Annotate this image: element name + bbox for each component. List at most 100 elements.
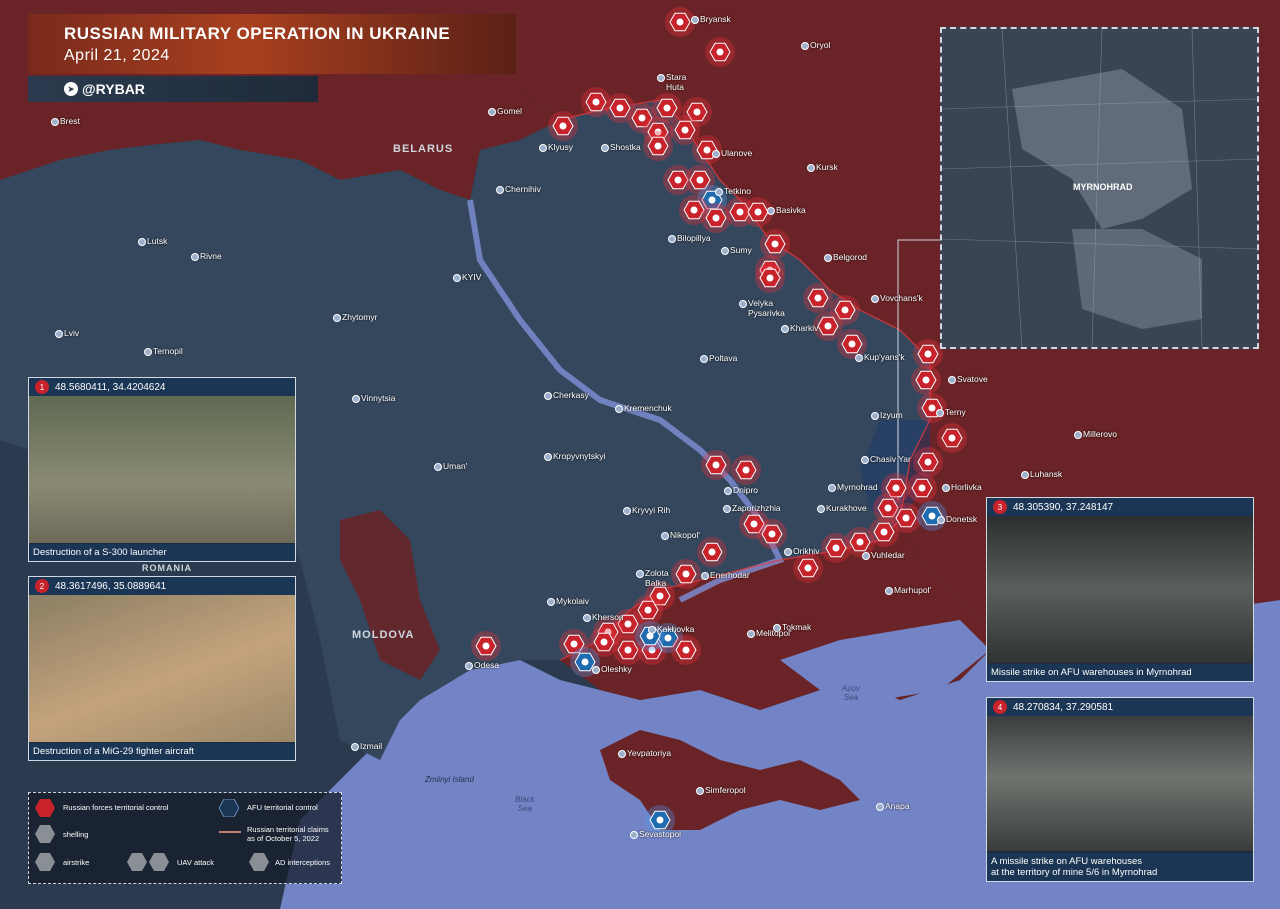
city-dot-ternopil bbox=[144, 348, 152, 356]
strike-marker-icon[interactable] bbox=[701, 450, 731, 480]
strike-marker-icon[interactable] bbox=[757, 519, 787, 549]
strike-marker-icon[interactable] bbox=[837, 329, 867, 359]
city-label-terny: Terny bbox=[945, 407, 966, 417]
city-label-poltava: Poltava bbox=[709, 353, 738, 363]
strike-marker-icon[interactable] bbox=[760, 229, 790, 259]
city-dot-melitopol bbox=[747, 630, 755, 638]
city-label-kharkiv: Kharkiv bbox=[790, 323, 819, 333]
city-label-uman: Uman' bbox=[443, 461, 468, 471]
city-dot-kakhovka bbox=[648, 626, 656, 634]
city-label-gomel: Gomel bbox=[497, 106, 523, 116]
strike-marker-icon[interactable] bbox=[803, 283, 833, 313]
city-dot-millerovo bbox=[1074, 431, 1082, 439]
strike-marker-icon[interactable] bbox=[671, 559, 701, 589]
city-dot-lviv bbox=[55, 330, 63, 338]
city-label-orikhiv: Orikhiv bbox=[793, 546, 820, 556]
black-sea-label: Black Sea bbox=[515, 795, 535, 813]
legend-afu-control: AFU territorial control bbox=[247, 803, 318, 812]
city-dot-kursk bbox=[807, 164, 815, 172]
city-dot-anapa bbox=[876, 803, 884, 811]
panel-4[interactable]: 4 48.270834, 37.290581 A missile strike … bbox=[986, 697, 1254, 882]
city-label-rivne: Rivne bbox=[200, 251, 222, 261]
handle-bar[interactable]: ➤ @RYBAR bbox=[28, 76, 318, 102]
strike-marker-icon[interactable] bbox=[917, 393, 947, 423]
strike-marker-icon[interactable] bbox=[821, 533, 851, 563]
city-dot-myrnohrad bbox=[828, 484, 836, 492]
city-dot-chasiv-yar bbox=[861, 456, 869, 464]
city-label-yevpatoriya: Yevpatoriya bbox=[627, 748, 672, 758]
strike-marker-icon[interactable] bbox=[911, 365, 941, 395]
city-dot-enerhodar bbox=[701, 572, 709, 580]
city-dot-marhupol bbox=[885, 587, 893, 595]
city-dot-horlivka bbox=[942, 484, 950, 492]
strike-marker-icon[interactable] bbox=[793, 553, 823, 583]
azov-sea-label: Azov Sea bbox=[842, 684, 860, 702]
city-label-zhytomyr: Zhytomyr bbox=[342, 312, 378, 322]
city-dot-kropyvnytskyi bbox=[544, 453, 552, 461]
panel-4-number: 4 bbox=[993, 700, 1007, 714]
strike-marker-icon[interactable] bbox=[671, 635, 701, 665]
country-belarus: BELARUS bbox=[393, 143, 454, 155]
city-label-kursk: Kursk bbox=[816, 162, 838, 172]
city-label-odesa: Odesa bbox=[474, 660, 500, 670]
city-label-vuhledar: Vuhledar bbox=[871, 550, 905, 560]
uav-swatch bbox=[127, 853, 169, 871]
city-label-bilopillya: Bilopillya bbox=[677, 233, 711, 243]
city-dot-poltava bbox=[700, 355, 708, 363]
city-label-kremenchuk: Kremenchuk bbox=[624, 403, 672, 413]
city-label-lviv: Lviv bbox=[64, 328, 80, 338]
panel-2[interactable]: 2 48.3617496, 35.0889641 Destruction of … bbox=[28, 576, 296, 761]
strike-marker-icon[interactable] bbox=[471, 631, 501, 661]
city-label-kurakhove: Kurakhove bbox=[826, 503, 867, 513]
city-label-ternopil: Ternopil bbox=[153, 346, 183, 356]
city-dot-kryvyi-rih bbox=[623, 507, 631, 515]
strike-marker-icon[interactable] bbox=[731, 455, 761, 485]
city-label-klyusy: Klyusy bbox=[548, 142, 574, 152]
city-dot-zolota-balka bbox=[636, 570, 644, 578]
city-label-marhupol: Marhupol' bbox=[894, 585, 932, 595]
strike-marker-icon[interactable] bbox=[697, 537, 727, 567]
strike-marker-icon[interactable] bbox=[755, 263, 785, 293]
city-dot-nikopol bbox=[661, 532, 669, 540]
panel-3-number: 3 bbox=[993, 500, 1007, 514]
city-label-chasiv-yar: Chasiv Yar bbox=[870, 454, 911, 464]
header-banner: RUSSIAN MILITARY OPERATION IN UKRAINE Ap… bbox=[28, 14, 516, 74]
city-label-enerhodar: Enerhodar bbox=[710, 570, 750, 580]
panel-3-header: 3 48.305390, 37.248147 bbox=[987, 498, 1253, 516]
strike-marker-icon[interactable] bbox=[913, 339, 943, 369]
city-label-chernihiv: Chernihiv bbox=[505, 184, 541, 194]
panel-3[interactable]: 3 48.305390, 37.248147 Missile strike on… bbox=[986, 497, 1254, 682]
city-dot-kremenchuk bbox=[615, 405, 623, 413]
panel-3-image bbox=[987, 516, 1253, 663]
inset-label: MYRNOHRAD bbox=[1073, 182, 1133, 192]
city-label-kupyansk: Kup'yans'k bbox=[864, 352, 905, 362]
panel-2-caption: Destruction of a MiG-29 fighter aircraft bbox=[29, 743, 295, 760]
city-dot-gomel bbox=[488, 108, 496, 116]
city-label-kryvyi-rih: Kryvyi Rih bbox=[632, 505, 671, 515]
ad-swatch bbox=[249, 853, 269, 871]
city-dot-vovchansk bbox=[871, 295, 879, 303]
city-dot-izmail bbox=[351, 743, 359, 751]
strike-marker-icon[interactable] bbox=[907, 473, 937, 503]
strike-marker-icon[interactable] bbox=[643, 131, 673, 161]
panel-1[interactable]: 1 48.5680411, 34.4204624 Destruction of … bbox=[28, 377, 296, 562]
city-dot-rivne bbox=[191, 253, 199, 261]
panel-1-coords: 48.5680411, 34.4204624 bbox=[55, 381, 166, 393]
handle-text: @RYBAR bbox=[82, 81, 145, 97]
city-label-velyka-pysarivka: Velyka Pysarivka bbox=[748, 298, 785, 318]
city-dot-bilopillya bbox=[668, 235, 676, 243]
strike-marker-icon[interactable] bbox=[665, 7, 695, 37]
city-label-svatove: Svatove bbox=[957, 374, 988, 384]
strike-marker-icon[interactable] bbox=[705, 37, 735, 67]
city-label-stara-huta: Stara Huta bbox=[666, 72, 687, 92]
strike-marker-icon[interactable] bbox=[913, 447, 943, 477]
city-dot-kurakhove bbox=[817, 505, 825, 513]
country-romania: ROMANIA bbox=[142, 563, 192, 573]
city-dot-klyusy bbox=[539, 144, 547, 152]
city-label-kherson: Kherson bbox=[592, 612, 624, 622]
city-dot-oryol bbox=[801, 42, 809, 50]
city-label-cherkasy: Cherkasy bbox=[553, 390, 589, 400]
city-dot-vinnytsia bbox=[352, 395, 360, 403]
strike-marker-icon[interactable] bbox=[937, 423, 967, 453]
strike-marker-icon[interactable] bbox=[548, 111, 578, 141]
